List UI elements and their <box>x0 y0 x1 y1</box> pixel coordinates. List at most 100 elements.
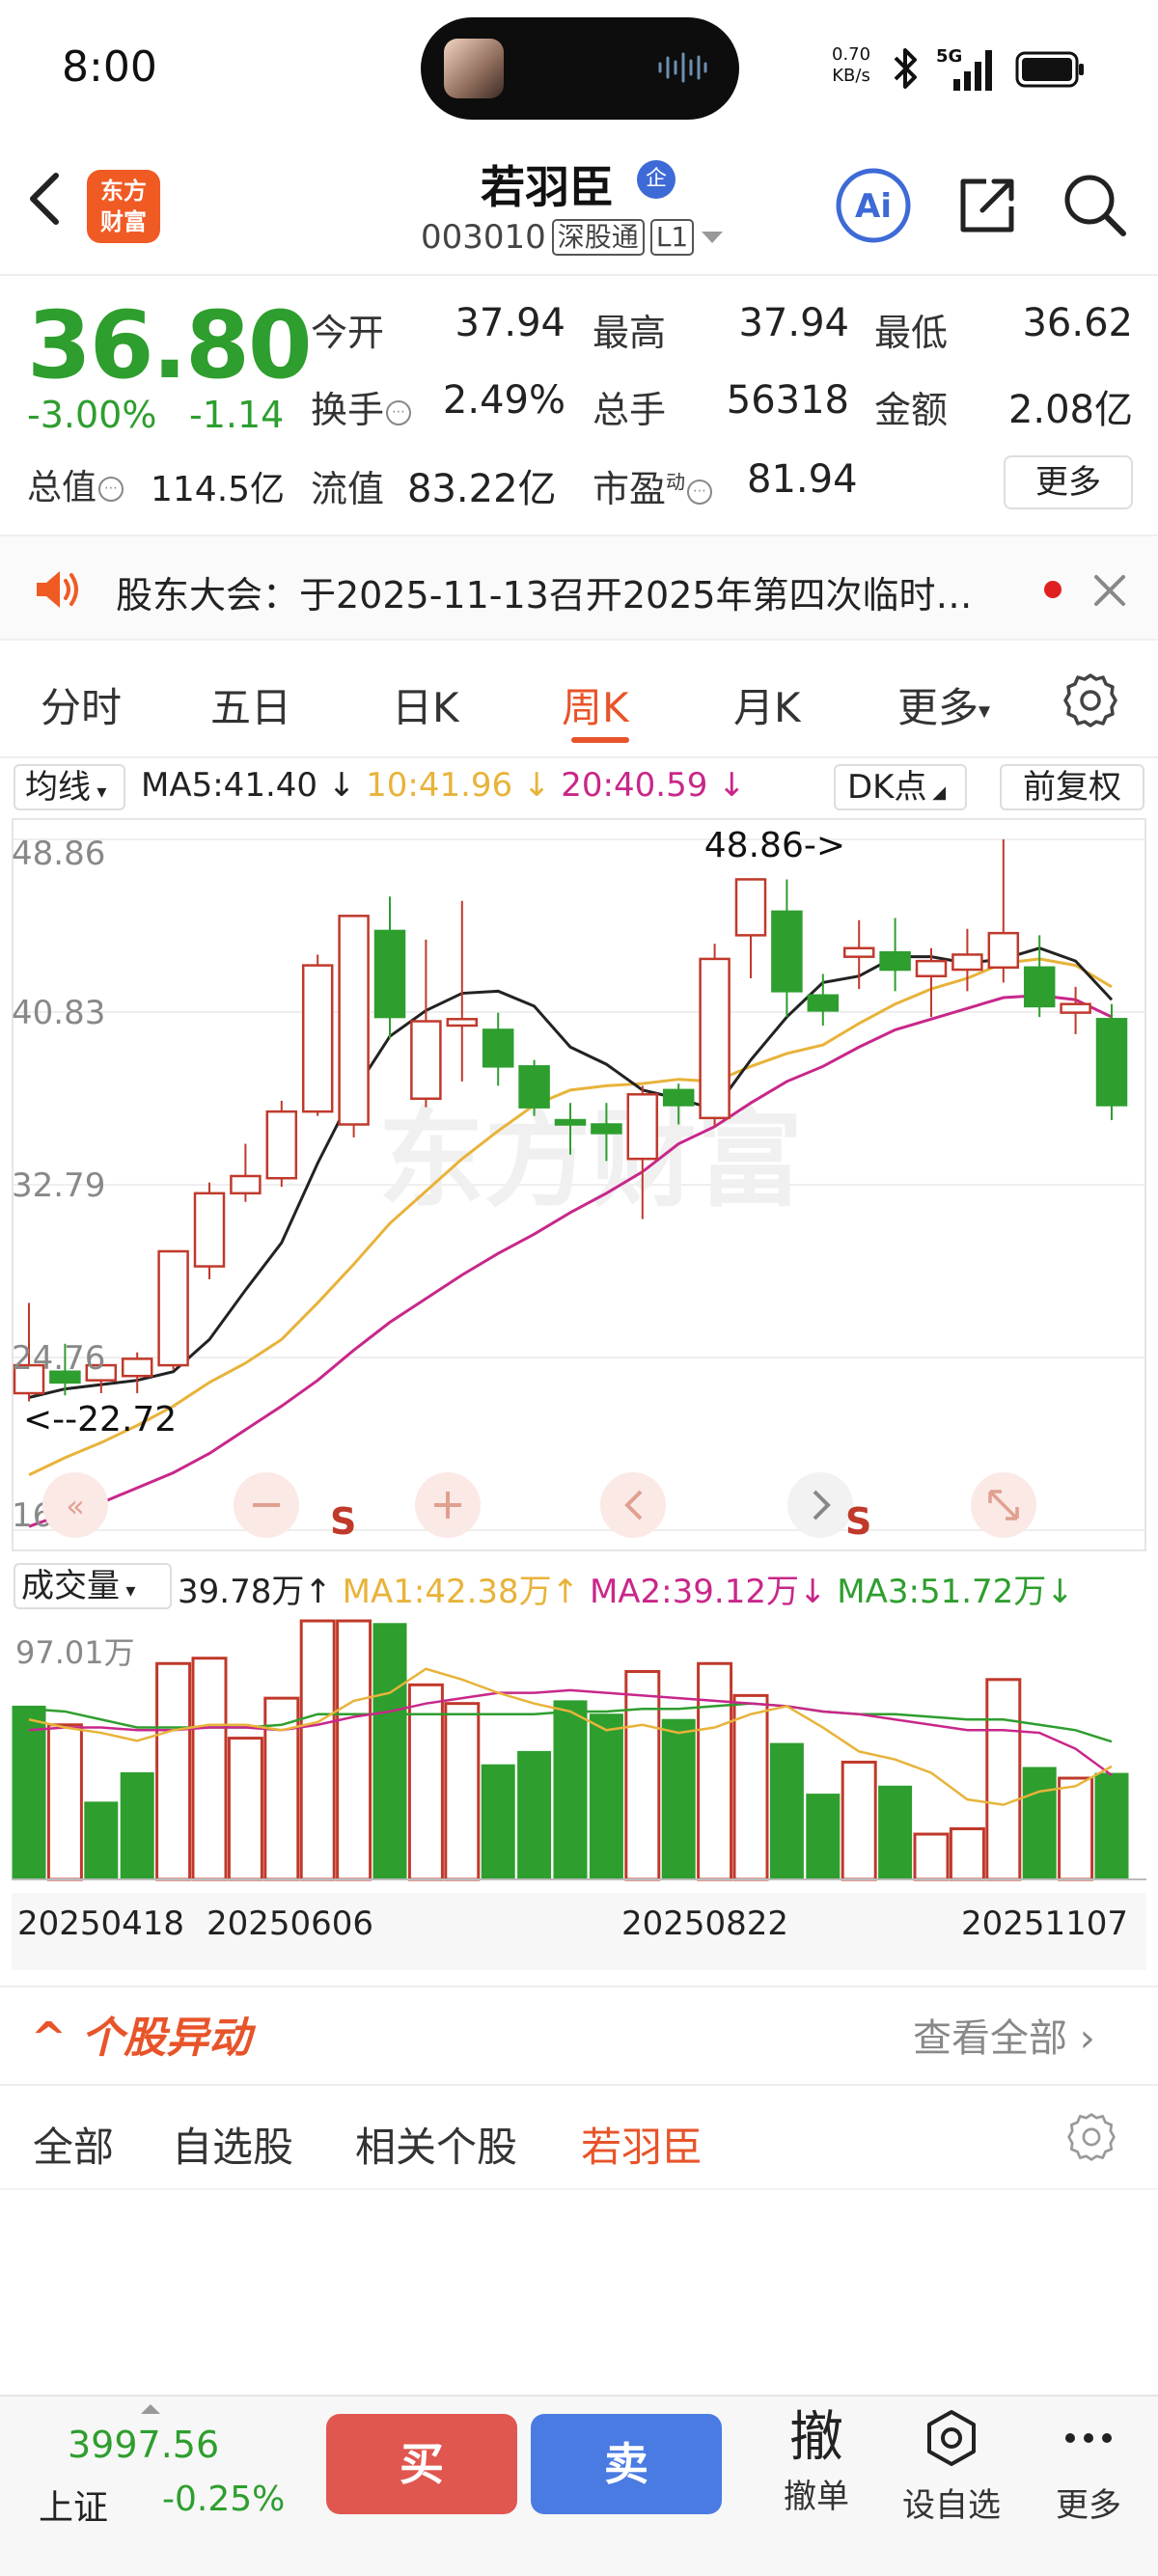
level-tag: L1 <box>649 219 695 256</box>
adjust-mode-button[interactable]: 前复权 <box>1000 764 1144 810</box>
caret-down-icon <box>702 232 724 243</box>
tab-five-day[interactable]: 五日 <box>210 675 291 734</box>
candle-body <box>230 1174 262 1195</box>
tab-monthly-k[interactable]: 月K <box>733 675 801 734</box>
down-arrow-icon: ↓ <box>512 766 562 805</box>
gear-icon[interactable] <box>1065 2111 1117 2163</box>
section-divider <box>0 1986 1158 1987</box>
cancel-order-icon: 撤 <box>789 2406 843 2469</box>
tab-daily-k[interactable]: 日K <box>392 675 459 734</box>
subtab-all[interactable]: 全部 <box>33 2115 114 2174</box>
volume-legend: 39.78万↑ MA1:42.38万↑ MA2:39.12万↓ MA3:51.7… <box>178 1565 1074 1612</box>
up-arrow-icon: ↑ <box>304 1573 343 1611</box>
add-watchlist-label: 设自选 <box>902 2486 1001 2525</box>
info-icon[interactable]: ⋯ <box>98 477 124 502</box>
notice-text[interactable]: 股东大会：于2025-11-13召开2025年第四次临时… <box>116 565 973 618</box>
stock-name: 若羽臣 <box>481 161 614 213</box>
candle-body <box>446 1018 479 1028</box>
high-value: 37.94 <box>738 301 849 345</box>
kline-chart[interactable]: 东方财富 48.8640.8332.7924.7616.73 48.86-> <… <box>12 818 1146 1551</box>
scroll-right-button[interactable] <box>787 1472 853 1538</box>
back-arrow-icon[interactable] <box>19 164 68 232</box>
ai-assistant-icon[interactable]: Ai <box>834 166 913 245</box>
pe-label[interactable]: 市盈动 ⋯ <box>593 459 713 512</box>
tab-intraday[interactable]: 分时 <box>41 675 122 734</box>
tab-more[interactable]: 更多▾ <box>897 675 990 734</box>
caret-up-icon[interactable] <box>141 2402 160 2414</box>
subtab-related[interactable]: 相关个股 <box>355 2115 517 2174</box>
close-icon[interactable] <box>1089 569 1131 612</box>
volume-chart[interactable]: 97.01万 <box>12 1617 1146 1889</box>
buy-button[interactable]: 买 <box>326 2414 517 2514</box>
candle-body <box>987 931 1020 970</box>
caret-down-icon: ▾ <box>120 1578 136 1602</box>
total-mv-label[interactable]: 总值 ⋯ <box>27 459 124 509</box>
pe-value: 81.94 <box>747 457 858 502</box>
volume-bar <box>227 1737 263 1881</box>
ma20-line <box>28 994 1113 1528</box>
down-arrow-icon: ↓ <box>1046 1573 1074 1611</box>
cancel-order-button[interactable]: 撤 撤单 <box>758 2406 874 2517</box>
logo-line-2: 财富 <box>100 208 147 235</box>
scroll-left-button[interactable] <box>600 1472 666 1538</box>
ma10-value: 10:41.96 <box>366 766 513 805</box>
add-watchlist-button[interactable]: 设自选 <box>894 2406 1009 2526</box>
more-quote-button[interactable]: 更多 <box>1004 455 1133 509</box>
volume-bar <box>624 1670 661 1881</box>
subtab-watchlist[interactable]: 自选股 <box>172 2115 293 2174</box>
candle-body <box>157 1249 189 1367</box>
rewind-button[interactable]: « <box>42 1472 108 1538</box>
volume-bar <box>481 1764 515 1880</box>
index-value[interactable]: 3997.56 <box>68 2424 219 2466</box>
chart-controls: « <box>42 1472 1036 1538</box>
info-icon[interactable]: ⋯ <box>386 399 412 425</box>
up-arrow-icon: ↑ <box>551 1573 590 1611</box>
low-value: 36.62 <box>1022 301 1133 345</box>
share-icon[interactable] <box>953 172 1021 239</box>
stock-code-line[interactable]: 003010 深股通 L1 <box>421 218 725 257</box>
volume-bar <box>120 1771 154 1880</box>
view-all-link[interactable]: 查看全部 › <box>913 2007 1095 2063</box>
turnover-label[interactable]: 换手 ⋯ <box>311 380 412 433</box>
volume-bars <box>12 1619 1129 1881</box>
index-change[interactable]: -0.25% <box>162 2480 285 2519</box>
volume-indicator-dropdown[interactable]: 成交量 ▾ <box>14 1563 172 1609</box>
indicator-dropdown[interactable]: 均线 ▾ <box>14 764 125 810</box>
candle-body <box>373 929 406 1019</box>
candle-body <box>1095 1018 1128 1107</box>
subtab-this-stock[interactable]: 若羽臣 <box>581 2115 703 2174</box>
date-label: 20251107 <box>961 1905 1129 1943</box>
fullscreen-button[interactable] <box>971 1472 1036 1538</box>
caret-down-icon: ▾ <box>979 697 991 725</box>
date-label: 20250606 <box>207 1905 374 1943</box>
change-amount: -1.14 <box>189 394 285 436</box>
candle-body <box>626 1093 659 1161</box>
active-tab-indicator <box>571 737 629 743</box>
index-name[interactable]: 上证 <box>39 2480 108 2530</box>
info-icon[interactable]: ⋯ <box>687 479 713 505</box>
candle-body <box>265 1110 298 1180</box>
sell-signal-marker: S <box>845 1500 871 1543</box>
zoom-out-button[interactable] <box>234 1472 299 1538</box>
volume-bar <box>913 1832 950 1881</box>
gear-icon[interactable] <box>1062 671 1119 729</box>
section-title[interactable]: ^ 个股异动 <box>31 2003 251 2065</box>
section-title-text: 个股异动 <box>81 2014 252 2063</box>
sell-button[interactable]: 卖 <box>531 2414 722 2514</box>
media-thumbnail[interactable] <box>444 39 504 98</box>
cancel-order-label: 撤单 <box>784 2478 849 2516</box>
more-actions-button[interactable]: 更多 <box>1031 2406 1146 2526</box>
search-icon[interactable] <box>1060 170 1129 239</box>
section-divider <box>0 2188 1158 2190</box>
turnover-label-text: 换手 <box>311 389 385 431</box>
zoom-in-button[interactable] <box>415 1472 481 1538</box>
signal-icon: 5G <box>936 46 992 91</box>
volume-bar <box>589 1713 623 1880</box>
tab-weekly-k[interactable]: 周K <box>562 675 629 734</box>
candle-body <box>879 950 911 972</box>
dk-point-button[interactable]: DK点 ◢ <box>834 764 967 810</box>
total-mv-value: 114.5亿 <box>151 470 286 509</box>
candle-body <box>915 959 948 977</box>
volume-bar <box>299 1619 336 1881</box>
battery-icon <box>1015 51 1084 88</box>
